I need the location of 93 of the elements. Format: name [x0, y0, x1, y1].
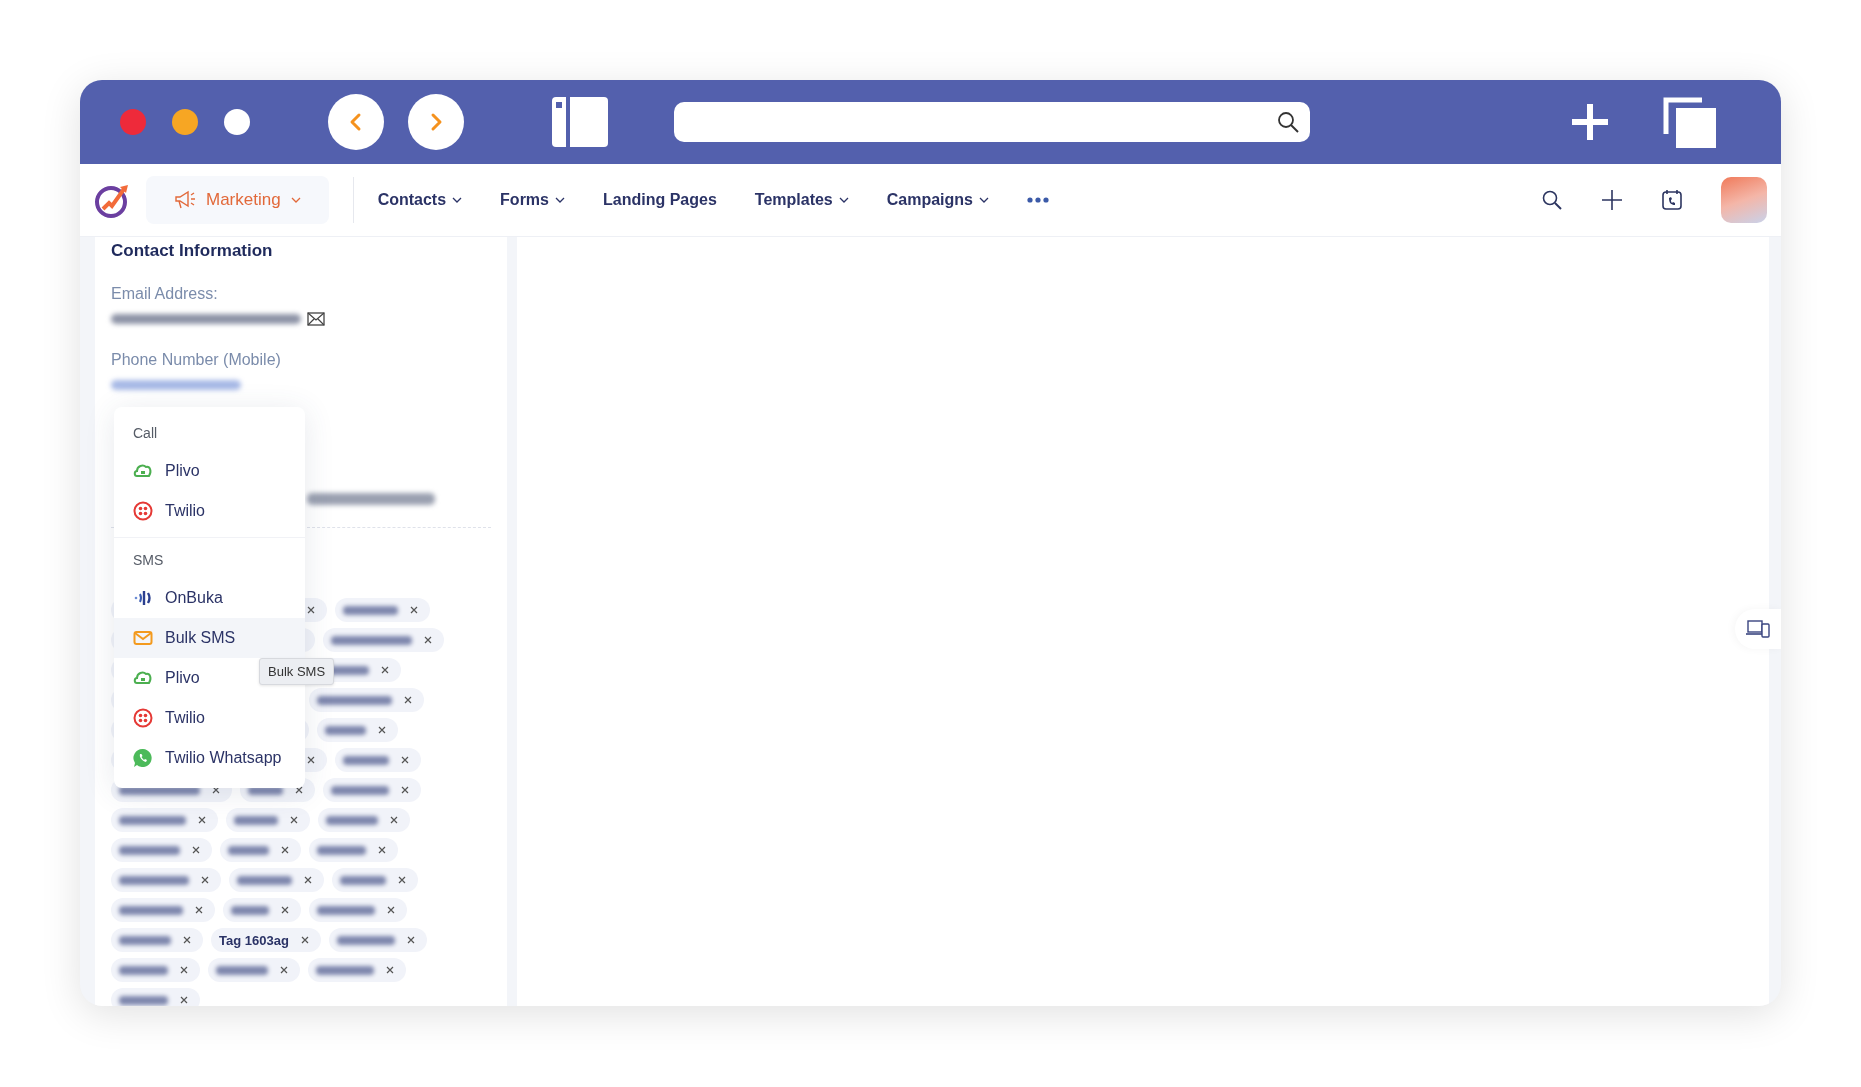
blurred-tag-chip[interactable] — [308, 958, 406, 982]
close-icon[interactable] — [300, 936, 309, 944]
close-icon[interactable] — [281, 846, 289, 854]
back-button[interactable] — [328, 94, 384, 150]
close-icon[interactable] — [410, 606, 418, 614]
blurred-tag-chip[interactable] — [318, 808, 410, 832]
close-icon[interactable] — [304, 876, 312, 884]
close-icon[interactable] — [180, 966, 188, 974]
menu-group-heading: SMS — [132, 551, 165, 570]
blurred-tag-chip[interactable] — [208, 958, 300, 982]
blurred-tag-chip[interactable] — [335, 598, 430, 622]
close-icon[interactable] — [378, 726, 386, 734]
close-icon[interactable] — [398, 876, 406, 884]
tag-chip[interactable]: Tag 1603ag — [211, 928, 321, 952]
close-icon[interactable] — [198, 816, 206, 824]
close-icon[interactable] — [280, 966, 288, 974]
close-icon[interactable] — [307, 606, 315, 614]
search-icon[interactable] — [1276, 110, 1300, 134]
blurred-tag-chip[interactable] — [220, 838, 301, 862]
blurred-tag-chip[interactable] — [111, 928, 203, 952]
close-icon[interactable] — [201, 876, 209, 884]
close-icon[interactable] — [381, 666, 389, 674]
window-control-dot[interactable] — [224, 109, 250, 135]
close-icon[interactable] — [424, 636, 432, 644]
blurred-tag-chip[interactable] — [223, 898, 301, 922]
blurred-tag-chip[interactable] — [111, 988, 200, 1006]
blurred-tag-chip[interactable] — [309, 688, 424, 712]
more-icon[interactable] — [1027, 197, 1049, 203]
calendar-phone-icon[interactable] — [1661, 189, 1683, 211]
add-icon[interactable] — [1601, 189, 1623, 211]
blurred-tag-chip[interactable] — [309, 838, 398, 862]
envelope-icon[interactable] — [307, 312, 325, 326]
blurred-tag-chip[interactable] — [111, 838, 212, 862]
close-icon[interactable] — [183, 936, 191, 944]
blurred-tag-chip[interactable] — [317, 718, 398, 742]
forward-button[interactable] — [408, 94, 464, 150]
menu-item[interactable]: Twilio Whatsapp — [114, 738, 305, 778]
blurred-tag-chip[interactable] — [111, 958, 200, 982]
blurred-tag-chip[interactable] — [335, 748, 421, 772]
blurred-tag-chip[interactable] — [226, 808, 310, 832]
nav-menu-item[interactable]: Templates — [754, 191, 849, 209]
nav-menu-item[interactable]: Forms — [500, 191, 565, 209]
copy-icon[interactable] — [1662, 96, 1718, 148]
dotted-circle-icon — [133, 708, 153, 728]
field-label: Phone Number (Mobile) — [111, 351, 282, 369]
close-icon[interactable] — [401, 786, 409, 794]
field-label: Email Address: — [111, 285, 219, 303]
close-icon[interactable] — [406, 936, 415, 944]
menu-item[interactable]: Twilio — [114, 698, 305, 738]
search-icon[interactable] — [1541, 189, 1563, 211]
close-icon[interactable] — [401, 756, 409, 764]
window-control-dot[interactable] — [120, 109, 146, 135]
menu-item[interactable]: Plivo — [114, 451, 305, 491]
sound-wave-icon — [133, 588, 153, 608]
close-icon[interactable] — [390, 816, 398, 824]
close-icon[interactable] — [281, 906, 289, 914]
megaphone-icon — [174, 190, 196, 210]
menu-group-heading: Call — [132, 424, 159, 443]
close-icon[interactable] — [290, 816, 298, 824]
blurred-tag-chip[interactable] — [328, 928, 427, 952]
new-tab-icon[interactable] — [1570, 102, 1610, 142]
blurred-tag-chip[interactable] — [229, 868, 324, 892]
nav-menu-item[interactable]: Campaigns — [886, 191, 989, 209]
blurred-tag-chip[interactable] — [309, 898, 407, 922]
menu-item[interactable]: OnBuka — [114, 578, 305, 618]
close-icon[interactable] — [378, 846, 386, 854]
blurred-tag-chip[interactable] — [111, 808, 218, 832]
close-icon[interactable] — [387, 906, 395, 914]
blurred-tag-chip[interactable] — [111, 868, 221, 892]
sidebar-icon[interactable] — [552, 97, 608, 147]
laptop-phone-icon — [1745, 619, 1771, 639]
menu-item[interactable]: Bulk SMS — [114, 618, 305, 658]
menu-item[interactable]: Twilio — [114, 491, 305, 531]
section-heading: Contact Information — [111, 241, 274, 261]
chat-phone-icon — [133, 748, 153, 768]
caret-icon — [290, 196, 301, 204]
dotted-circle-icon — [133, 501, 153, 521]
blurred-tag-chip[interactable] — [323, 778, 421, 802]
window-control-dot[interactable] — [172, 109, 198, 135]
nav-menu-item[interactable]: Contacts — [377, 191, 463, 209]
envelope-icon — [133, 628, 153, 648]
close-icon[interactable] — [307, 756, 315, 764]
close-icon[interactable] — [180, 996, 188, 1004]
tooltip: Bulk SMS — [259, 658, 335, 685]
blurred-tag-chip[interactable] — [111, 898, 215, 922]
blurred-tag-chip[interactable] — [332, 868, 418, 892]
close-icon[interactable] — [404, 696, 412, 704]
close-icon[interactable] — [195, 906, 203, 914]
close-icon[interactable] — [192, 846, 200, 854]
blurred-tag-chip[interactable] — [323, 628, 444, 652]
device-preview-button[interactable] — [1735, 609, 1781, 649]
nav-menu-item[interactable]: Landing Pages — [603, 191, 717, 209]
close-icon[interactable] — [386, 966, 394, 974]
